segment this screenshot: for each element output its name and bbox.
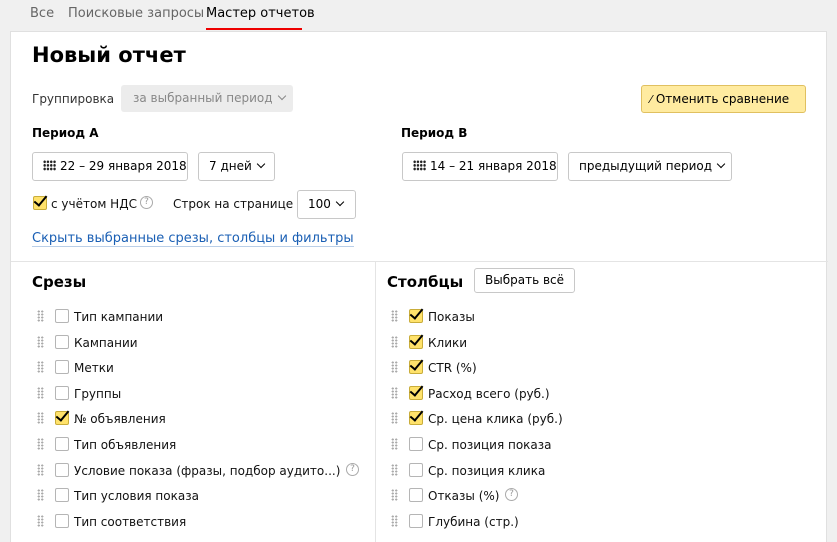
period-b-range-select[interactable]: предыдущий период: [568, 152, 732, 181]
vat-label: с учётом НДС: [51, 197, 137, 211]
period-a-dates: 22 – 29 января 2018: [60, 159, 187, 173]
drag-handle-icon[interactable]: [391, 361, 398, 374]
divider: [11, 261, 828, 262]
drag-handle-icon[interactable]: [37, 335, 44, 348]
vat-checkbox[interactable]: [33, 196, 47, 210]
drag-handle-icon[interactable]: [391, 489, 398, 502]
slice-item-checkbox[interactable]: [55, 309, 69, 323]
rows-per-page-label: Строк на странице: [173, 197, 294, 211]
drag-handle-icon[interactable]: [391, 310, 398, 322]
chevron-down-icon: [256, 159, 266, 169]
slice-item-label: Кампании: [74, 335, 138, 350]
help-icon[interactable]: ?: [346, 462, 359, 476]
slice-item-checkbox[interactable]: [55, 360, 69, 375]
slice-item-label: Метки: [74, 361, 114, 376]
column-item-checkbox[interactable]: [409, 385, 423, 400]
slice-item-checkbox[interactable]: [55, 334, 69, 349]
drag-handle-icon[interactable]: [391, 386, 398, 399]
slice-item-checkbox[interactable]: [55, 385, 69, 400]
column-item-checkbox[interactable]: [409, 513, 423, 528]
drag-handle-icon[interactable]: [391, 412, 398, 425]
column-item-label: Отказы (%): [428, 489, 500, 504]
slice-item-label: Условие показа (фразы, подбор аудито...): [74, 463, 341, 478]
calendar-icon: [413, 160, 426, 171]
period-a-date-picker[interactable]: 22 – 29 января 2018: [32, 152, 188, 181]
tab-search-queries[interactable]: Поисковые запросы: [68, 6, 204, 21]
page-title: Новый отчет: [32, 43, 186, 67]
rows-per-page-select[interactable]: 100: [297, 190, 356, 219]
drag-handle-icon[interactable]: [37, 361, 44, 374]
column-item-label: Глубина (стр.): [428, 514, 519, 529]
compare-icon: ⁄: [650, 93, 652, 106]
grouping-select: за выбранный период: [121, 85, 293, 112]
drag-handle-icon[interactable]: [37, 438, 44, 450]
slice-item-label: Тип объявления: [74, 438, 177, 452]
columns-title: Столбцы: [387, 273, 464, 291]
column-item-label: Ср. позиция клика: [428, 463, 546, 478]
period-b-range: предыдущий период: [579, 159, 713, 173]
column-item-checkbox[interactable]: [409, 334, 423, 349]
divider: [375, 261, 376, 542]
drag-handle-icon[interactable]: [37, 310, 44, 322]
slice-item-checkbox[interactable]: [55, 437, 69, 451]
column-item-checkbox[interactable]: [409, 309, 423, 323]
drag-handle-icon[interactable]: [391, 463, 398, 476]
period-a-range-select[interactable]: 7 дней: [198, 152, 275, 181]
calendar-icon: [43, 160, 56, 171]
period-b-dates: 14 – 21 января 2018: [430, 159, 557, 173]
column-item-label: Ср. цена клика (руб.): [428, 412, 563, 427]
slice-item-label: № объявления: [74, 412, 166, 427]
drag-handle-icon[interactable]: [37, 514, 44, 527]
column-item-checkbox[interactable]: [409, 411, 423, 426]
select-all-button[interactable]: Выбрать всё: [474, 268, 576, 293]
column-item-checkbox[interactable]: [409, 360, 423, 375]
help-icon[interactable]: ?: [140, 196, 153, 209]
slice-item-label: Тип условия показа: [74, 489, 199, 504]
drag-handle-icon[interactable]: [391, 438, 398, 450]
slice-item-checkbox[interactable]: [55, 488, 69, 503]
slice-item-label: Тип соответствия: [74, 514, 187, 529]
slices-title: Срезы: [32, 273, 87, 291]
tab-report-wizard[interactable]: Мастер отчетов: [206, 6, 315, 21]
hide-filters-link[interactable]: Скрыть выбранные срезы, столбцы и фильтр…: [32, 231, 354, 247]
slice-item-checkbox[interactable]: [55, 462, 69, 477]
grouping-value: за выбранный период: [133, 91, 273, 105]
column-item-checkbox[interactable]: [409, 488, 423, 503]
column-item-label: Ср. позиция показа: [428, 438, 552, 452]
grouping-label: Группировка: [32, 92, 115, 106]
active-tab-indicator: [206, 28, 302, 30]
column-item-label: Клики: [428, 335, 468, 350]
slice-item-label: Тип кампании: [74, 310, 164, 324]
period-b-date-picker[interactable]: 14 – 21 января 2018: [402, 152, 558, 181]
slice-item-checkbox[interactable]: [55, 513, 69, 528]
slice-item-checkbox[interactable]: [55, 411, 69, 426]
cancel-compare-label: Отменить сравнение: [655, 92, 790, 106]
chevron-down-icon: [335, 197, 345, 207]
drag-handle-icon[interactable]: [37, 489, 44, 502]
rows-per-page-value: 100: [308, 197, 331, 211]
period-a-label: Период А: [32, 126, 99, 140]
slice-item-label: Группы: [74, 386, 122, 401]
drag-handle-icon[interactable]: [37, 412, 44, 425]
chevron-down-icon: [277, 91, 286, 101]
drag-handle-icon[interactable]: [37, 386, 44, 399]
tab-bar: Все Поисковые запросы Мастер отчетов: [0, 0, 837, 31]
column-item-checkbox[interactable]: [409, 437, 423, 451]
column-item-checkbox[interactable]: [409, 462, 423, 477]
period-b-label: Период В: [401, 126, 468, 140]
drag-handle-icon[interactable]: [391, 335, 398, 348]
cancel-compare-button[interactable]: ⁄ Отменить сравнение: [641, 85, 806, 113]
column-item-label: Показы: [428, 310, 475, 324]
chevron-down-icon: [716, 159, 726, 169]
drag-handle-icon[interactable]: [391, 514, 398, 527]
column-item-label: CTR (%): [428, 361, 477, 376]
drag-handle-icon[interactable]: [37, 463, 44, 476]
help-icon[interactable]: ?: [505, 488, 518, 502]
period-a-range: 7 дней: [209, 159, 252, 173]
report-panel: Новый отчет Группировка за выбранный пер…: [10, 31, 828, 542]
column-item-label: Расход всего (руб.): [428, 386, 550, 401]
tab-all[interactable]: Все: [30, 6, 54, 21]
